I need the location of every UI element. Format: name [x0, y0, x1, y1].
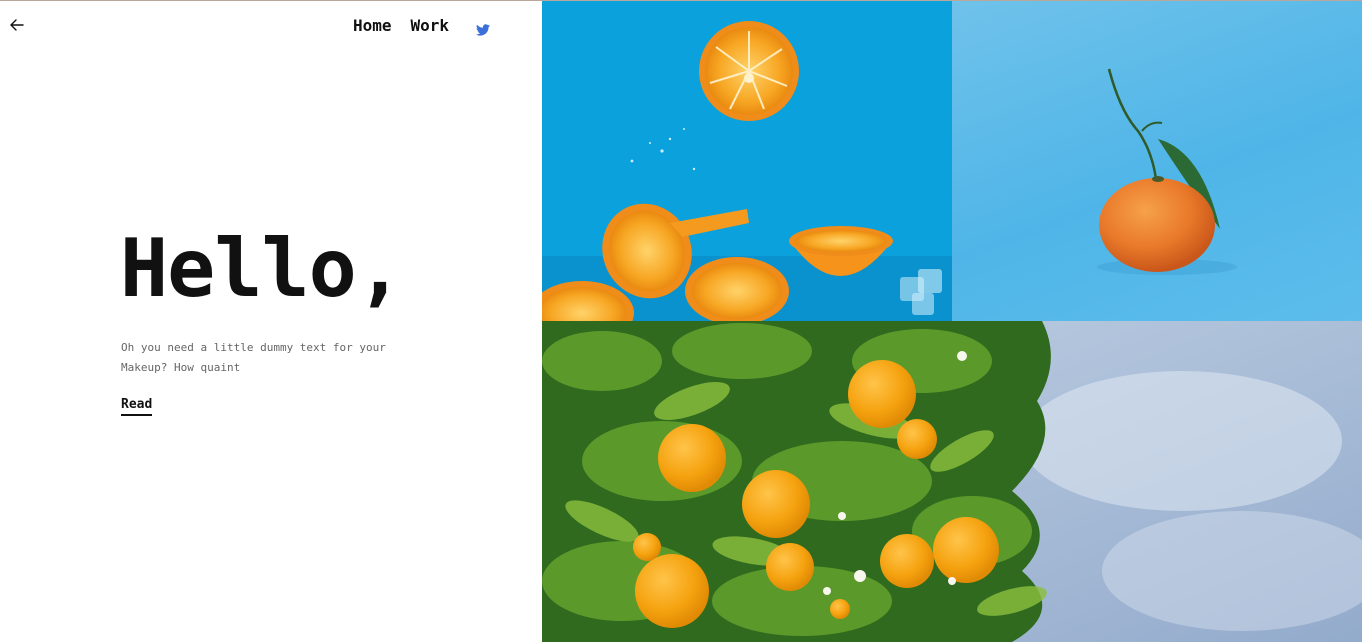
main-nav: Home Work — [353, 15, 491, 37]
nav-work-link[interactable]: Work — [411, 15, 450, 37]
orange-tree-photo — [542, 321, 1362, 642]
twitter-link[interactable] — [476, 21, 491, 36]
orange-slices-photo — [542, 1, 952, 321]
intro-panel: Home Work Hello, Oh you need a little du… — [0, 1, 542, 642]
twitter-icon — [476, 23, 491, 36]
nav-home-link[interactable]: Home — [353, 15, 392, 37]
arrow-left-icon — [10, 19, 24, 31]
hero-blurb: Oh you need a little dummy text for your… — [121, 341, 386, 374]
hero: Hello, — [120, 222, 404, 315]
hero-title: Hello, — [120, 222, 404, 315]
read-link[interactable]: Read — [121, 397, 153, 416]
tangerine-photo — [952, 1, 1362, 321]
back-button[interactable] — [9, 18, 27, 34]
